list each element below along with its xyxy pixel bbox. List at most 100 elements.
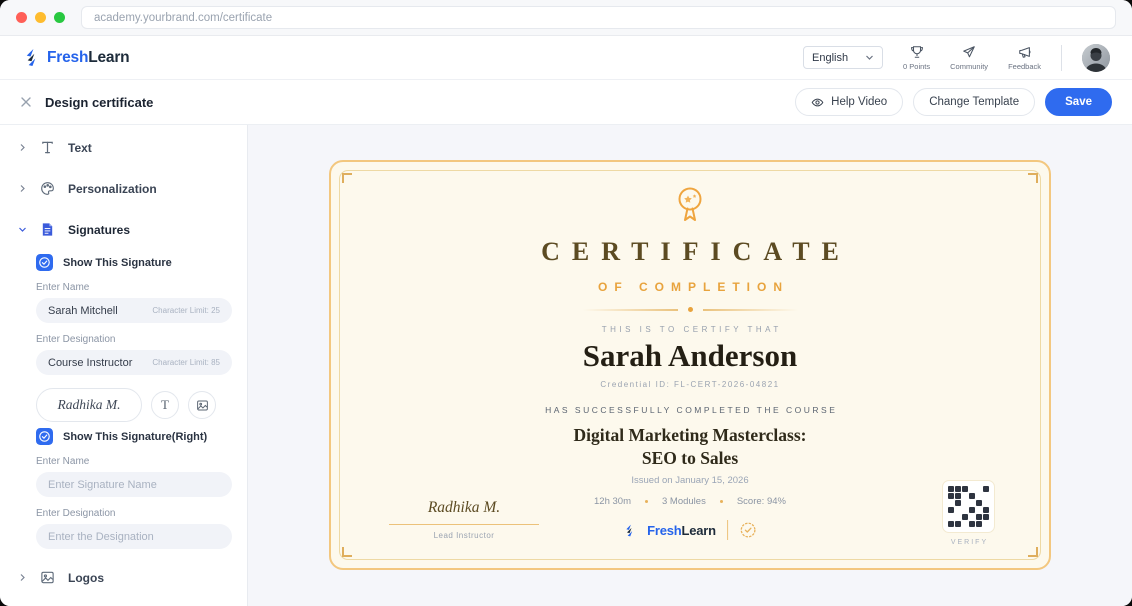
course-title: Digital Marketing Masterclass: SEO to Sa…	[331, 424, 1049, 470]
right-signature-designation-input[interactable]	[48, 531, 220, 543]
document-icon	[40, 222, 55, 237]
award-medal-icon	[670, 184, 710, 224]
close-window-button[interactable]	[16, 12, 27, 23]
modules-value: 3 Modules	[662, 496, 706, 507]
eye-icon	[811, 96, 824, 109]
language-value: English	[812, 52, 848, 64]
address-bar[interactable]: academy.yourbrand.com/certificate	[81, 6, 1116, 29]
community-nav-item[interactable]: Community	[950, 45, 988, 71]
save-button[interactable]: Save	[1045, 88, 1112, 116]
character-limit-hint: Character Limit: 85	[152, 358, 220, 367]
certificate-title: CERTIFICATE	[331, 237, 1049, 267]
recipient-name: Sarah Anderson	[331, 338, 1049, 374]
dot-separator	[720, 500, 723, 503]
browser-chrome: academy.yourbrand.com/certificate	[0, 0, 1132, 36]
nav-divider	[1061, 45, 1062, 71]
chevron-down-icon	[18, 225, 27, 234]
minimize-window-button[interactable]	[35, 12, 46, 23]
signature-name: Radhika M.	[389, 499, 539, 517]
checkbox-checked-icon	[36, 428, 53, 445]
toggle-label: Show This Signature(Right)	[63, 431, 207, 443]
image-icon	[40, 570, 55, 585]
character-limit-hint: Character Limit: 25	[152, 306, 220, 315]
image-icon	[196, 399, 209, 412]
window-controls	[16, 12, 65, 23]
change-template-button[interactable]: Change Template	[913, 88, 1035, 116]
completed-line: HAS SUCCESSFULLY COMPLETED THE COURSE	[331, 405, 1049, 415]
sidebar-section-personalization[interactable]: Personalization	[0, 168, 247, 209]
certificate-brand-block: FreshLearn	[623, 520, 757, 540]
freshlearn-logo-icon	[623, 524, 636, 537]
verify-qr-block[interactable]: VERIFY	[942, 479, 995, 546]
right-signature-designation-field-wrap	[36, 524, 232, 549]
verify-label: VERIFY	[942, 539, 995, 546]
brand-wordmark: FreshLearn	[47, 49, 129, 67]
score-value: Score: 94%	[737, 496, 786, 507]
duration-value: 12h 30m	[594, 496, 631, 507]
right-signature-name-field-wrap	[36, 472, 232, 497]
toggle-label: Show This Signature	[63, 257, 172, 269]
show-signature-right-toggle[interactable]: Show This Signature(Right)	[36, 428, 247, 445]
feedback-nav-item[interactable]: Feedback	[1008, 45, 1041, 71]
sidebar-section-text[interactable]: Text	[0, 127, 247, 168]
verified-check-badge-icon	[739, 521, 757, 539]
show-signature-left-toggle[interactable]: Show This Signature	[36, 254, 247, 271]
sidebar-section-logos[interactable]: Logos	[0, 557, 247, 598]
certificate-preview[interactable]: CERTIFICATE OF COMPLETION THIS IS TO CER…	[329, 160, 1051, 570]
right-signature-name-input[interactable]	[48, 479, 220, 491]
signature-style-preview[interactable]: Radhika M.	[36, 388, 142, 422]
signature-role: Lead Instructor	[389, 531, 539, 540]
freshlearn-logo[interactable]: FreshLearn	[22, 48, 129, 67]
chevron-right-icon	[18, 184, 27, 193]
chevron-right-icon	[18, 573, 27, 582]
enter-designation-label: Enter Designation	[36, 334, 247, 345]
signature-name-field-wrap: Character Limit: 25	[36, 298, 232, 323]
instructor-signature-block: Radhika M. Lead Instructor	[389, 499, 539, 540]
community-label: Community	[950, 62, 988, 71]
help-video-button[interactable]: Help Video	[795, 88, 903, 116]
user-avatar[interactable]	[1082, 44, 1110, 72]
ornament-divider	[331, 307, 1049, 312]
signature-designation-input[interactable]	[48, 357, 148, 369]
enter-designation-label: Enter Designation	[36, 508, 247, 519]
credential-id: Credential ID: FL-CERT-2026-04821	[331, 380, 1049, 389]
language-selector[interactable]: English	[803, 46, 883, 69]
page-title: Design certificate	[45, 95, 153, 110]
freshlearn-logo-icon	[22, 48, 41, 67]
sidebar-section-label: Logos	[68, 571, 104, 585]
signature-designation-field-wrap: Character Limit: 85	[36, 350, 232, 375]
qr-code	[942, 480, 995, 533]
sidebar: Text Personalization Signatures Show Thi…	[0, 125, 248, 606]
chevron-right-icon	[18, 143, 27, 152]
sidebar-section-label: Signatures	[68, 223, 130, 237]
signature-text-mode-button[interactable]: T	[151, 391, 179, 419]
sidebar-section-label: Personalization	[68, 182, 157, 196]
enter-name-label: Enter Name	[36, 282, 247, 293]
signature-line	[389, 524, 539, 525]
brand-divider	[727, 520, 728, 540]
enter-name-label: Enter Name	[36, 456, 247, 467]
text-icon	[40, 140, 55, 155]
sidebar-section-label: Text	[68, 141, 92, 155]
page-header: Design certificate Help Video Change Tem…	[0, 80, 1132, 125]
points-label: 0 Points	[903, 62, 930, 71]
close-icon[interactable]	[20, 96, 32, 108]
megaphone-icon	[1018, 45, 1032, 59]
certify-line: THIS IS TO CERTIFY THAT	[331, 325, 1049, 334]
chevron-down-icon	[865, 53, 874, 62]
points-nav-item[interactable]: 0 Points	[903, 45, 930, 71]
palette-icon	[40, 181, 55, 196]
dot-separator	[645, 500, 648, 503]
maximize-window-button[interactable]	[54, 12, 65, 23]
url-text: academy.yourbrand.com/certificate	[94, 12, 272, 24]
checkbox-checked-icon	[36, 254, 53, 271]
certificate-canvas: CERTIFICATE OF COMPLETION THIS IS TO CER…	[248, 125, 1132, 606]
app-window: academy.yourbrand.com/certificate FreshL…	[0, 0, 1132, 606]
signature-name-input[interactable]	[48, 305, 148, 317]
signature-image-mode-button[interactable]	[188, 391, 216, 419]
trophy-icon	[910, 45, 924, 59]
certificate-subtitle: OF COMPLETION	[331, 280, 1049, 294]
send-icon	[962, 45, 976, 59]
feedback-label: Feedback	[1008, 62, 1041, 71]
sidebar-section-signatures[interactable]: Signatures	[0, 209, 247, 250]
